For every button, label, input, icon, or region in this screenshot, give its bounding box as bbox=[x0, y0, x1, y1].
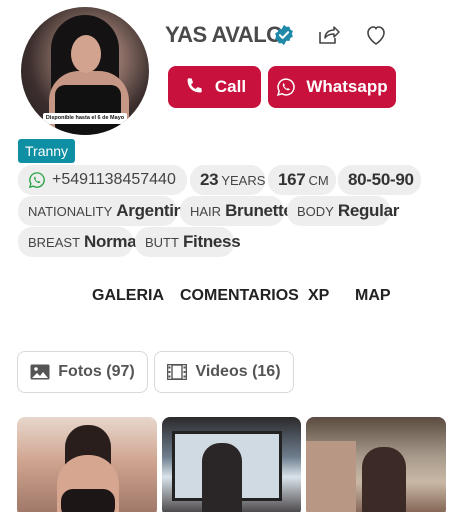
phone-icon bbox=[187, 78, 202, 93]
avatar-face bbox=[71, 35, 101, 73]
phone-pill[interactable]: +5491138457440 bbox=[18, 165, 187, 195]
nav-comentarios[interactable]: COMENTARIOS bbox=[180, 287, 299, 305]
videos-tab-label: Videos (16) bbox=[195, 363, 281, 380]
body-value: Regular bbox=[337, 201, 400, 220]
body-pill: BODY Regular bbox=[287, 196, 399, 226]
whatsapp-button[interactable]: Whatsapp bbox=[268, 66, 396, 108]
height-value: 167 bbox=[278, 170, 306, 189]
avatar-top bbox=[55, 85, 121, 135]
profile-name: YAS AVALO bbox=[165, 22, 283, 47]
whatsapp-label: Whatsapp bbox=[306, 77, 388, 96]
photos-tab[interactable]: Fotos (97) bbox=[17, 351, 148, 393]
thumbnail-building bbox=[306, 441, 356, 512]
hair-pill: HAIR Brunette bbox=[180, 196, 293, 226]
age-pill: 23 YEARS bbox=[190, 165, 265, 195]
nav-xp[interactable]: XP bbox=[308, 287, 329, 305]
whatsapp-icon bbox=[277, 78, 296, 96]
butt-label: BUTT bbox=[145, 234, 179, 250]
gallery-thumbnail[interactable] bbox=[17, 417, 157, 512]
profile-avatar[interactable]: Disponible hasta el 6 de Mayo bbox=[21, 7, 149, 135]
measurements-pill: 80-50-90 bbox=[338, 165, 421, 195]
film-icon bbox=[167, 364, 188, 380]
phone-number: +5491138457440 bbox=[52, 171, 176, 188]
heart-icon[interactable] bbox=[364, 23, 388, 47]
nationality-label: NATIONALITY bbox=[28, 203, 113, 219]
age-value: 23 bbox=[200, 170, 219, 189]
videos-tab[interactable]: Videos (16) bbox=[154, 351, 294, 393]
nav-galeria[interactable]: GALERIA bbox=[92, 287, 164, 305]
thumbnail-figure bbox=[61, 489, 115, 512]
image-icon bbox=[30, 364, 50, 380]
verified-badge-icon bbox=[275, 24, 293, 46]
category-tag[interactable]: Tranny bbox=[18, 139, 76, 163]
breast-pill: BREAST Normal bbox=[18, 227, 141, 257]
hair-label: HAIR bbox=[190, 203, 222, 219]
butt-pill: BUTT Fitness bbox=[135, 227, 241, 257]
butt-value: Fitness bbox=[182, 232, 241, 251]
height-unit: CM bbox=[308, 172, 329, 188]
breast-value: Normal bbox=[84, 232, 141, 251]
thumbnail-figure bbox=[362, 447, 406, 512]
call-button[interactable]: Call bbox=[168, 66, 261, 108]
body-label: BODY bbox=[297, 203, 334, 219]
gallery-thumbnail[interactable] bbox=[162, 417, 301, 512]
avatar-caption: Disponible hasta el 6 de Mayo bbox=[43, 113, 127, 124]
nav-map[interactable]: MAP bbox=[355, 287, 391, 305]
breast-label: BREAST bbox=[28, 234, 81, 250]
gallery-thumbnail[interactable] bbox=[306, 417, 446, 512]
photos-tab-label: Fotos (97) bbox=[58, 363, 135, 380]
age-unit: YEARS bbox=[221, 172, 266, 188]
hair-value: Brunette bbox=[225, 201, 293, 220]
whatsapp-icon bbox=[28, 172, 45, 189]
nationality-pill: NATIONALITY Argentina bbox=[18, 196, 193, 226]
height-pill: 167 CM bbox=[268, 165, 336, 195]
call-label: Call bbox=[214, 77, 247, 96]
share-icon[interactable] bbox=[316, 23, 340, 47]
measurements-value: 80-50-90 bbox=[348, 170, 414, 189]
thumbnail-figure bbox=[202, 443, 242, 512]
